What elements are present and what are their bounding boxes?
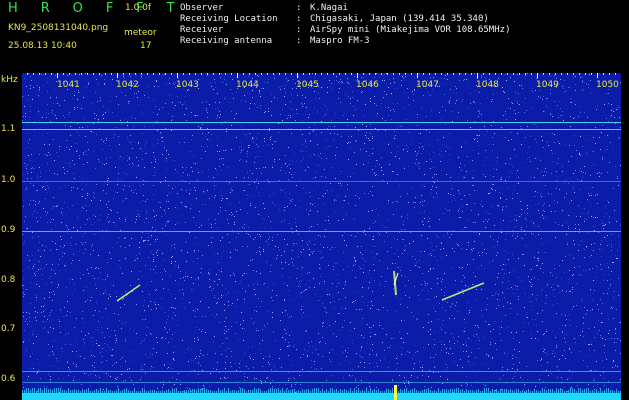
x-tick-label: 1041	[57, 80, 80, 90]
info-value: Maspro FM-3	[310, 36, 370, 46]
carrier-line	[22, 181, 621, 182]
y-tick-label: 0.7	[1, 324, 16, 334]
y-tick-label: 0.8	[1, 275, 16, 285]
meteor-echo	[441, 282, 485, 301]
carrier-line	[22, 129, 621, 130]
info-separator: :	[296, 25, 302, 35]
meteor-echo	[116, 284, 141, 302]
info-value: K.Nagai	[310, 3, 348, 13]
x-tick-label: 1042	[116, 80, 139, 90]
info-separator: :	[296, 36, 302, 46]
info-separator: :	[296, 3, 302, 13]
station-info-table: Observer : K.Nagai Receiving Location : …	[180, 3, 510, 47]
x-tick-label: 1047	[416, 80, 439, 90]
x-tick-label: 1045	[296, 80, 319, 90]
carrier-line	[22, 122, 621, 123]
x-tick-label: 1044	[236, 80, 259, 90]
app-version: 1.0.0f	[125, 3, 152, 13]
noise-floor-band	[22, 385, 621, 400]
info-row-location: Receiving Location : Chigasaki, Japan (1…	[180, 14, 510, 25]
y-tick-label: 1.0	[1, 175, 16, 185]
info-row-observer: Observer : K.Nagai	[180, 3, 510, 14]
carrier-line	[22, 231, 621, 232]
y-axis-ticks: 1.1 1.0 0.9 0.8 0.7 0.6	[0, 0, 22, 400]
y-tick-label: 1.1	[1, 124, 16, 134]
x-tick-label: 1048	[476, 80, 499, 90]
x-tick-label: 1049	[536, 80, 559, 90]
detection-count: 17	[140, 41, 152, 51]
x-tick-label: 1046	[356, 80, 379, 90]
spectrogram-plot	[22, 73, 621, 400]
y-tick-label: 0.6	[1, 374, 16, 384]
info-separator: :	[296, 14, 302, 24]
carrier-line	[22, 371, 621, 372]
info-row-receiver: Receiver : AirSpy mini (Miakejima VOR 10…	[180, 25, 510, 36]
info-row-antenna: Receiving antenna : Maspro FM-3	[180, 36, 510, 47]
mode-label: meteor	[124, 28, 157, 38]
info-key: Receiving antenna	[180, 36, 273, 46]
info-value: Chigasaki, Japan (139.414 35.340)	[310, 14, 489, 24]
info-key: Receiving Location	[180, 14, 278, 24]
spectrogram-display	[22, 73, 621, 400]
info-key: Receiver	[180, 25, 224, 35]
info-key: Observer	[180, 3, 224, 13]
image-filename: KN9_2508131040.png	[8, 23, 109, 33]
app-title: H R O F F T	[8, 1, 184, 16]
info-value: AirSpy mini (Miakejima VOR 108.65MHz)	[310, 25, 511, 35]
x-tick-label: 1050	[596, 80, 619, 90]
x-axis-ticks: 1041 1042 1043 1044 1045 1046 1047 1048 …	[0, 80, 629, 94]
x-tick-label: 1043	[176, 80, 199, 90]
y-tick-label: 0.9	[1, 225, 16, 235]
carrier-line	[22, 382, 621, 383]
